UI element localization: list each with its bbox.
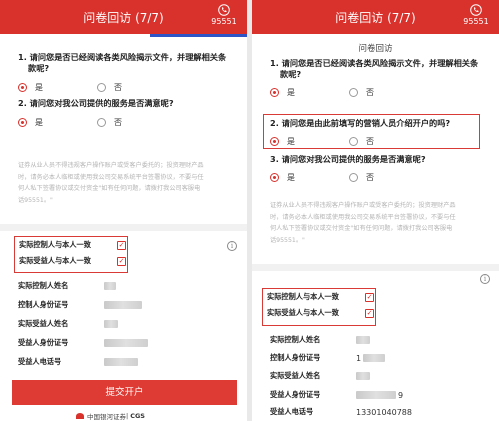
- header-bar: 问卷回访 (7/7) 95551: [252, 0, 499, 34]
- q1-option-yes[interactable]: 是: [270, 87, 295, 98]
- masked-value: [104, 339, 148, 347]
- checkbox-checked-icon[interactable]: ✓: [365, 292, 374, 302]
- radio-empty-icon: [349, 88, 358, 97]
- q2-option-no[interactable]: 否: [97, 117, 122, 128]
- risk-notice: 证券从业人员不得违规客户操作账户或受客户委托的；投资理财产品 时，请务必本人临柜…: [270, 202, 456, 244]
- radio-empty-icon: [97, 118, 106, 127]
- masked-value: [356, 391, 396, 399]
- confirm-checks-highlight: 实际控制人与本人一致 ✓ 实际受益人与本人一致 ✓: [14, 236, 128, 273]
- radio-selected-icon: [18, 83, 27, 92]
- progress-tab-indicator: [150, 34, 247, 37]
- section-divider: [252, 264, 499, 271]
- radio-selected-icon: [270, 137, 279, 146]
- check-beneficiary-same[interactable]: 实际受益人与本人一致 ✓: [15, 253, 127, 269]
- masked-value: [356, 372, 370, 380]
- phone-icon: [470, 4, 482, 16]
- left-screen: 问卷回访 (7/7) 95551 1. 请问您是否已经阅读各类风险揭示文件，并理…: [0, 0, 247, 421]
- q2-option-yes[interactable]: 是: [270, 136, 295, 147]
- question-1: 1. 请问您是否已经阅读各类风险揭示文件，并理解相关条 款呢?: [270, 58, 479, 79]
- radio-selected-icon: [270, 88, 279, 97]
- submit-account-button[interactable]: 提交开户: [12, 380, 237, 405]
- field-beneficiary-phone: 受益人电话号: [18, 356, 138, 368]
- risk-notice: 证券从业人员不得违规客户操作账户或受客户委托的；投资理财产品 时，请务必本人临柜…: [18, 162, 204, 204]
- company-logo-icon: [76, 413, 84, 419]
- question-2: 2. 请问您是由此前填写的营销人员介绍开户的吗?: [270, 118, 451, 128]
- field-controller-name: 实际控制人姓名: [18, 280, 116, 292]
- q1-option-yes[interactable]: 是: [18, 82, 43, 93]
- masked-value: [104, 358, 138, 366]
- radio-empty-icon: [349, 173, 358, 182]
- phone-icon: [218, 4, 230, 16]
- q3-option-no[interactable]: 否: [349, 172, 374, 183]
- confirm-checks-highlight: 实际控制人与本人一致 ✓ 实际受益人与本人一致 ✓: [262, 288, 376, 326]
- survey-heading: 问卷回访: [358, 44, 393, 54]
- field-controller-name: 实际控制人姓名: [270, 334, 370, 346]
- field-beneficiary-name: 实际受益人姓名: [270, 370, 370, 382]
- q3-option-yes[interactable]: 是: [270, 172, 295, 183]
- masked-value: [356, 336, 370, 344]
- checkbox-checked-icon[interactable]: ✓: [117, 256, 126, 266]
- check-controller-same[interactable]: 实际控制人与本人一致 ✓: [15, 237, 127, 253]
- info-icon[interactable]: i: [227, 241, 237, 251]
- question-1: 1. 请问您是否已经阅读各类风险揭示文件，并理解相关条 款呢?: [18, 52, 227, 73]
- question-3: 3. 请问您对我公司提供的服务是否满意呢?: [270, 154, 426, 164]
- phone-button[interactable]: 95551: [459, 4, 493, 26]
- info-icon[interactable]: i: [480, 274, 490, 284]
- field-beneficiary-name: 实际受益人姓名: [18, 318, 118, 330]
- field-beneficiary-phone: 受益人电话号 13301040788: [270, 407, 412, 417]
- check-beneficiary-same[interactable]: 实际受益人与本人一致 ✓: [263, 305, 375, 321]
- phone-number: 95551: [463, 17, 489, 26]
- q1-option-no[interactable]: 否: [97, 82, 122, 93]
- field-controller-id: 控制人身份证号: [18, 299, 142, 311]
- question-2: 2. 请问您对我公司提供的服务是否满意呢?: [18, 98, 174, 108]
- masked-value: [104, 301, 142, 309]
- right-screen: 问卷回访 (7/7) 95551 问卷回访 1. 请问您是否已经阅读各类风险揭示…: [252, 0, 499, 421]
- field-beneficiary-id: 受益人身份证号 9: [270, 390, 404, 400]
- radio-empty-icon: [97, 83, 106, 92]
- section-divider: [0, 224, 247, 231]
- phone-number: 95551: [211, 17, 237, 26]
- field-controller-id: 控制人身份证号 1: [270, 352, 386, 364]
- radio-selected-icon: [18, 118, 27, 127]
- q1-option-no[interactable]: 否: [349, 87, 374, 98]
- checkbox-checked-icon[interactable]: ✓: [117, 240, 126, 250]
- check-controller-same[interactable]: 实际控制人与本人一致 ✓: [263, 289, 375, 305]
- field-beneficiary-id: 受益人身份证号: [18, 337, 148, 349]
- radio-selected-icon: [270, 173, 279, 182]
- footer-brand: 中国银河证券 | CGS: [76, 411, 145, 421]
- q2-option-no[interactable]: 否: [349, 136, 374, 147]
- header-bar: 问卷回访 (7/7) 95551: [0, 0, 247, 34]
- q2-option-yes[interactable]: 是: [18, 117, 43, 128]
- phone-button[interactable]: 95551: [207, 4, 241, 26]
- masked-value: [104, 320, 118, 328]
- checkbox-checked-icon[interactable]: ✓: [365, 308, 374, 318]
- radio-empty-icon: [349, 137, 358, 146]
- masked-value: [363, 354, 386, 362]
- masked-value: [104, 282, 116, 290]
